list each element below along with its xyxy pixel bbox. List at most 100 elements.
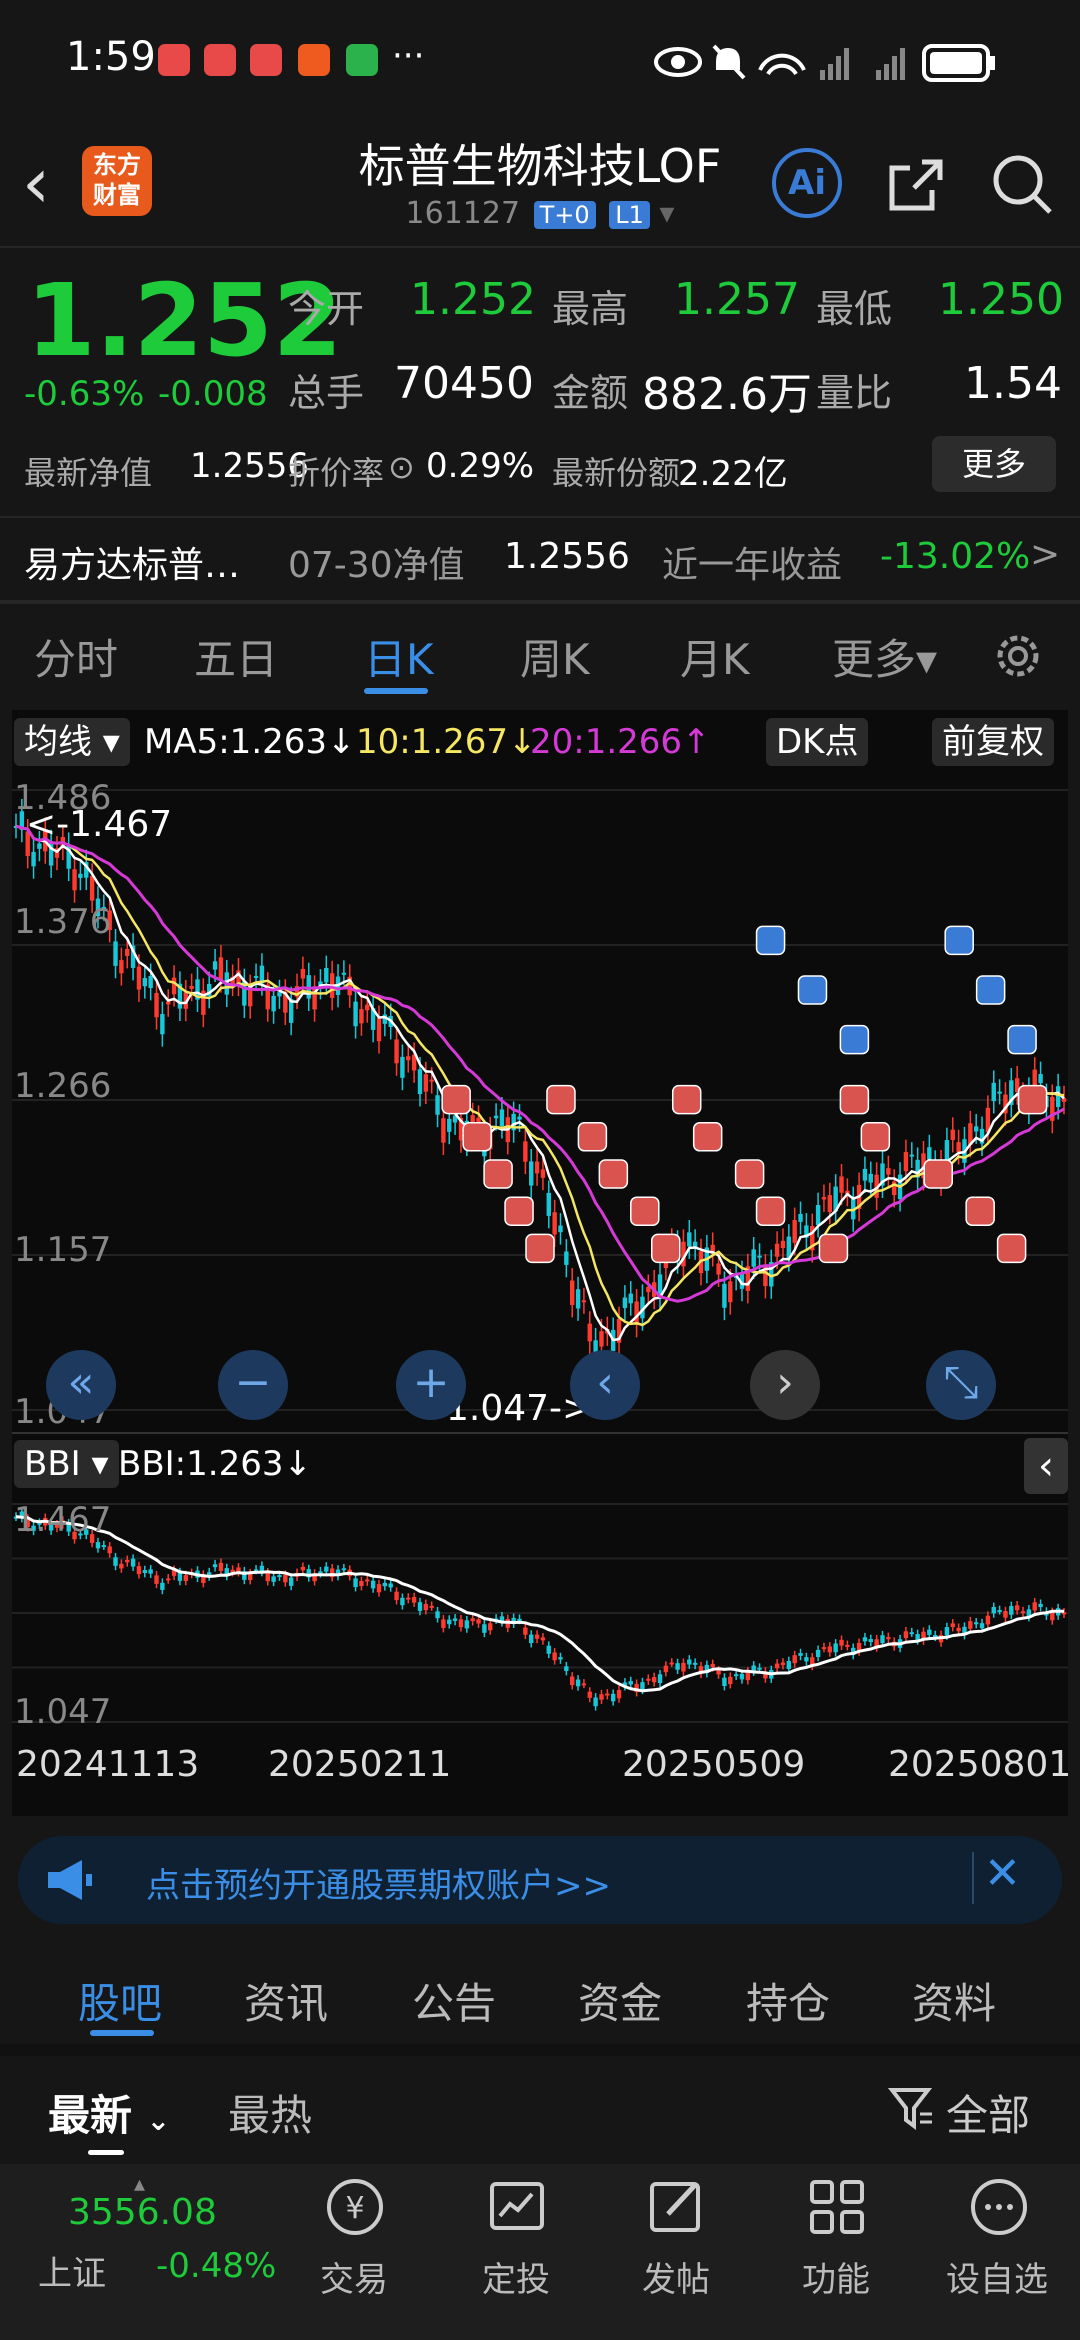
amount-label: 金额 <box>552 371 629 415</box>
nav-trade[interactable]: 交易 <box>320 2252 388 2301</box>
candle <box>774 1243 780 1257</box>
ma-selector[interactable]: 均线 ▾ <box>14 718 130 766</box>
share-icon[interactable] <box>882 150 952 220</box>
tab-monthly-k[interactable]: 月K <box>680 626 750 687</box>
zoom-out-button[interactable]: − <box>218 1350 288 1420</box>
watchlist-icon[interactable] <box>964 2172 1034 2242</box>
info-icon[interactable]: ⊙ <box>388 448 415 486</box>
candle <box>1009 1606 1014 1615</box>
candle <box>382 1582 388 1587</box>
candle <box>119 960 124 974</box>
divider <box>12 1432 1068 1434</box>
nav-post[interactable]: 发帖 <box>642 2252 710 2301</box>
fixed-investment-icon[interactable] <box>482 2172 552 2242</box>
candle <box>909 1154 914 1157</box>
candle <box>997 1091 1002 1094</box>
candle <box>968 1621 973 1629</box>
dropdown-icon[interactable]: ▾ <box>659 196 674 231</box>
filter-icon[interactable] <box>888 2084 936 2132</box>
candle <box>482 1624 487 1633</box>
active-tab-indicator <box>90 2030 154 2036</box>
candle <box>406 1056 411 1061</box>
tab-holdings[interactable]: 持仓 <box>746 1970 830 2031</box>
indicator-selector[interactable]: BBI ▾ <box>14 1440 119 1488</box>
index-change[interactable]: -0.48% <box>156 2246 276 2286</box>
candle <box>1055 1086 1061 1108</box>
nav-functions[interactable]: 功能 <box>802 2252 870 2301</box>
index-name[interactable]: 上证 <box>38 2246 106 2295</box>
fund-code: 161127 <box>405 196 521 231</box>
tab-guba[interactable]: 股吧 <box>78 1970 162 2031</box>
status-time: 1:59 <box>66 34 156 80</box>
candle <box>359 1009 364 1024</box>
buy-signal-marker <box>651 1233 681 1264</box>
dk-point-button[interactable]: DK点 <box>766 718 869 766</box>
functions-grid-icon[interactable] <box>802 2172 872 2242</box>
tab-news[interactable]: 资讯 <box>244 1970 328 2031</box>
candle <box>300 968 306 979</box>
candle <box>581 1683 587 1686</box>
tab-more[interactable]: 更多▾ <box>832 626 937 687</box>
buy-signal-marker <box>755 1196 786 1226</box>
candle <box>148 1569 153 1574</box>
candle <box>101 1545 107 1548</box>
candle <box>792 1655 797 1664</box>
sort-hot[interactable]: 最热 <box>228 2082 312 2143</box>
index-value[interactable]: 3556.08 <box>68 2192 217 2233</box>
tab-5day[interactable]: 五日 <box>194 626 278 687</box>
fund-name[interactable]: 易方达标普… <box>24 536 240 588</box>
close-icon[interactable]: ✕ <box>984 1848 1021 1899</box>
candle <box>423 1074 429 1092</box>
active-tab-indicator <box>364 688 428 694</box>
tab-intraday[interactable]: 分时 <box>34 626 118 687</box>
next-button[interactable]: › <box>750 1350 820 1420</box>
candle <box>687 1659 692 1665</box>
tab-profile[interactable]: 资料 <box>912 1970 996 2031</box>
chevron-right-icon[interactable]: > <box>1030 534 1060 575</box>
candle <box>160 1014 165 1035</box>
more-button[interactable]: 更多 <box>932 436 1056 492</box>
collapse-icon[interactable]: ‹ <box>1024 1438 1068 1494</box>
candle <box>529 1634 534 1644</box>
candle <box>283 1574 288 1583</box>
candle <box>376 1584 382 1593</box>
prev-button[interactable]: ‹ <box>570 1350 640 1420</box>
nav-fixed-investment[interactable]: 定投 <box>482 2252 550 2301</box>
nav-watchlist[interactable]: 设自选 <box>946 2252 1048 2301</box>
trade-icon[interactable]: ¥ <box>320 2172 390 2242</box>
candle <box>265 1572 270 1582</box>
adjust-button[interactable]: 前复权 <box>932 718 1054 766</box>
search-icon[interactable] <box>988 150 1058 220</box>
banner-text[interactable]: 点击预约开通股票期权账户>> <box>146 1858 611 1907</box>
filter-label[interactable]: 全部 <box>946 2082 1030 2143</box>
low-label: 最低 <box>816 287 893 331</box>
candle <box>166 1001 171 1005</box>
candle <box>669 1662 674 1665</box>
buy-signal-marker <box>860 1122 891 1152</box>
chevron-down-icon: ⌄ <box>146 2104 171 2137</box>
zoom-in-button[interactable]: + <box>396 1350 466 1420</box>
tab-weekly-k[interactable]: 周K <box>520 626 590 687</box>
scroll-left-button[interactable]: « <box>46 1350 116 1420</box>
date-label: 20250509 <box>622 1744 806 1785</box>
candle <box>429 1079 434 1082</box>
ai-button[interactable]: Ai <box>772 148 842 218</box>
sort-latest[interactable]: 最新 ⌄ <box>48 2082 170 2143</box>
status-bar: 1:59 ··· <box>0 0 1080 120</box>
candle <box>183 1575 188 1581</box>
buy-signal-marker <box>462 1122 492 1152</box>
candle <box>733 1674 739 1677</box>
sell-signal-marker <box>975 975 1006 1005</box>
tab-funds[interactable]: 资金 <box>578 1970 662 2031</box>
tab-announcements[interactable]: 公告 <box>412 1970 496 2031</box>
candle <box>716 1263 721 1275</box>
fullscreen-icon[interactable]: ⤡ <box>926 1350 996 1420</box>
post-icon[interactable] <box>642 2172 712 2242</box>
buy-signal-marker <box>923 1159 953 1189</box>
candle <box>909 1632 914 1635</box>
candle <box>581 1300 587 1303</box>
tab-daily-k[interactable]: 日K <box>364 626 434 687</box>
candle <box>89 875 95 901</box>
candle <box>406 1597 411 1600</box>
settings-gear-icon[interactable] <box>990 628 1046 684</box>
